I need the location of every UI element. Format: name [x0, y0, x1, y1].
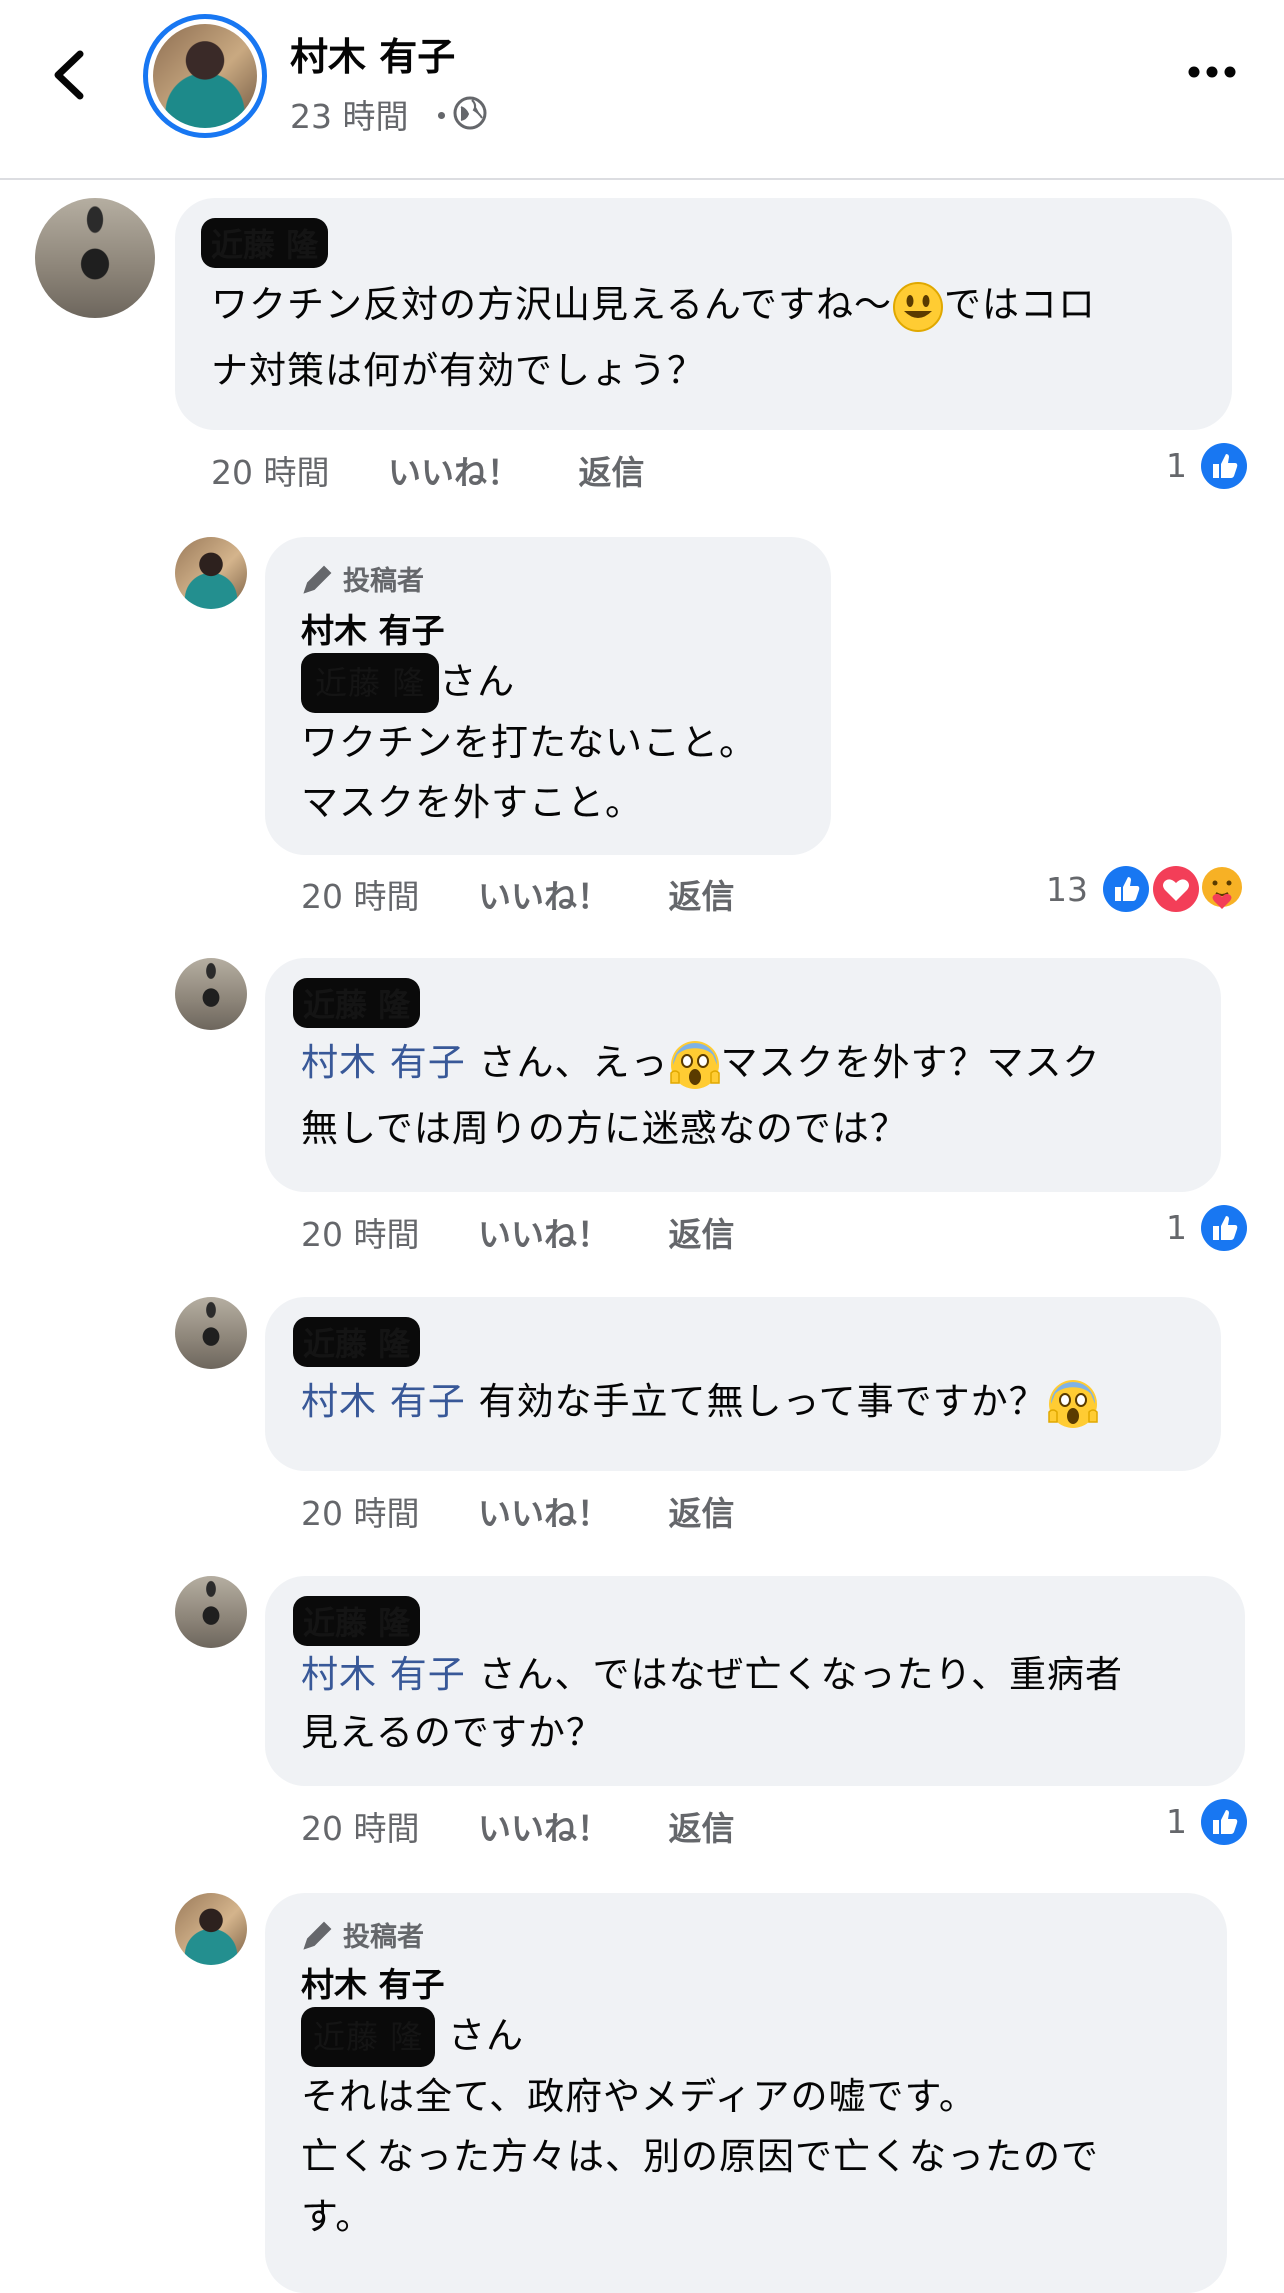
comment-time: 20 時間 [301, 1494, 420, 1533]
smiley-emoji-icon [893, 281, 944, 332]
comment-meta: 20 時間 いいね！ 返信 [211, 446, 644, 494]
comment-bubble: 近藤 隆 村木 有子 さん、えっ マスクを外す？マスク 無しでは周りの方に迷惑なの… [265, 958, 1221, 1192]
like-button[interactable]: いいね！ [478, 1809, 610, 1848]
comment-bubble: 投稿者 村木 有子 近藤 隆 さん それは全て、政府やメディアの嘘です。 亡くな… [265, 1893, 1227, 2293]
comment-bubble: 近藤 隆 村木 有子 有効な手立て無しって事ですか？ [265, 1297, 1221, 1471]
reply-button[interactable]: 返信 [668, 1494, 734, 1533]
redacted-mention[interactable]: 近藤 隆 [301, 653, 440, 713]
author-badge: 投稿者 [301, 559, 795, 598]
like-reaction-icon[interactable] [1102, 865, 1150, 913]
badge-label: 投稿者 [343, 1922, 424, 1953]
like-reaction-icon[interactable] [1200, 1798, 1248, 1846]
reply-button[interactable]: 返信 [668, 1809, 734, 1848]
like-reaction-icon[interactable] [1200, 1204, 1248, 1252]
mention-link[interactable]: 村木 有子 [301, 1380, 466, 1423]
comment-bubble: 近藤 隆 村木 有子 さん、ではなぜ亡くなったり、重病者 見えるのですか？ [265, 1576, 1245, 1786]
care-reaction-icon[interactable] [1198, 865, 1246, 913]
comment-meta: 20 時間 いいね！ 返信 [301, 870, 734, 918]
author-reply-avatar[interactable] [175, 537, 247, 609]
redacted-mention[interactable]: 近藤 隆 [301, 2007, 436, 2067]
reaction-count[interactable]: 1 [1166, 1208, 1187, 1247]
badge-label: 投稿者 [343, 566, 424, 597]
author-badge: 投稿者 [301, 1915, 1191, 1954]
like-button[interactable]: いいね！ [478, 1215, 610, 1254]
post-time: 23 時間 ・ [290, 90, 458, 138]
redacted-commenter-name[interactable]: 近藤 隆 [293, 1596, 421, 1646]
redacted-commenter-name[interactable]: 近藤 隆 [293, 1317, 421, 1367]
comment-text: 村木 有子 有効な手立て無しって事ですか？ [301, 1369, 1185, 1435]
comment-meta: 20 時間 いいね！ 返信 [301, 1802, 734, 1850]
commenter-avatar[interactable] [175, 1297, 247, 1369]
author-avatar[interactable] [143, 14, 267, 138]
commenter-avatar[interactable] [175, 1576, 247, 1648]
avatar-photo [153, 24, 257, 128]
redacted-commenter-name[interactable]: 近藤 隆 [293, 978, 421, 1028]
comment-text: ワクチン反対の方沢山見えるんですね〜 ではコロ ナ対策は何が有効でしょう？ [211, 272, 1196, 404]
comment-meta: 20 時間 いいね！ 返信 [301, 1487, 734, 1535]
comment-text: 村木 有子 さん、えっ マスクを外す？マスク 無しでは周りの方に迷惑なのでは？ [301, 1030, 1185, 1162]
comment-text: 近藤 隆さん ワクチンを打たないこと。 マスクを外すこと。 [301, 652, 795, 833]
like-button[interactable]: いいね！ [388, 453, 520, 492]
reply-button[interactable]: 返信 [668, 877, 734, 916]
like-reaction-icon[interactable] [1200, 442, 1248, 490]
author-name[interactable]: 村木 有子 [301, 604, 795, 652]
reaction-count[interactable]: 1 [1166, 1802, 1187, 1841]
comment-bubble: 投稿者 村木 有子 近藤 隆さん ワクチンを打たないこと。 マスクを外すこと。 [265, 537, 831, 855]
comment-time: 20 時間 [301, 1809, 420, 1848]
author-name[interactable]: 村木 有子 [290, 26, 455, 81]
post-header: 村木 有子 23 時間 ・ [0, 0, 1284, 180]
comment-bubble: 近藤 隆 ワクチン反対の方沢山見えるんですね〜 ではコロ ナ対策は何が有効でしょう… [175, 198, 1232, 430]
back-arrow-icon[interactable] [40, 40, 100, 110]
mention-link[interactable]: 村木 有子 [301, 1653, 466, 1696]
author-name[interactable]: 村木 有子 [301, 1958, 1191, 2006]
pen-icon [303, 1921, 332, 1950]
comment-time: 20 時間 [211, 453, 330, 492]
post-time-text: 23 時間 [290, 97, 409, 136]
like-button[interactable]: いいね！ [478, 1494, 610, 1533]
redacted-commenter-name[interactable]: 近藤 隆 [201, 218, 329, 268]
reply-button[interactable]: 返信 [668, 1215, 734, 1254]
love-reaction-icon[interactable] [1152, 865, 1200, 913]
comment-time: 20 時間 [301, 877, 420, 916]
commenter-avatar[interactable] [35, 198, 155, 318]
scream-emoji-icon [1047, 1379, 1098, 1428]
comment-text: 村木 有子 さん、ではなぜ亡くなったり、重病者 見えるのですか？ [301, 1653, 1124, 1754]
comment-time: 20 時間 [301, 1215, 420, 1254]
scream-emoji-icon [669, 1040, 720, 1089]
pen-icon [303, 565, 332, 594]
reaction-count[interactable]: 1 [1166, 446, 1187, 485]
reaction-count[interactable]: 13 [1046, 870, 1088, 909]
reply-button[interactable]: 返信 [578, 453, 644, 492]
author-reply-avatar[interactable] [175, 1893, 247, 1965]
mention-link[interactable]: 村木 有子 [301, 1041, 466, 1084]
commenter-avatar[interactable] [175, 958, 247, 1030]
comment-meta: 20 時間 いいね！ 返信 [301, 1208, 734, 1256]
globe-icon [453, 96, 487, 130]
comment-text: 近藤 隆 さん それは全て、政府やメディアの嘘です。 亡くなった方々は、別の原因… [301, 2006, 1191, 2247]
more-options-icon[interactable] [1182, 60, 1242, 84]
like-button[interactable]: いいね！ [478, 877, 610, 916]
